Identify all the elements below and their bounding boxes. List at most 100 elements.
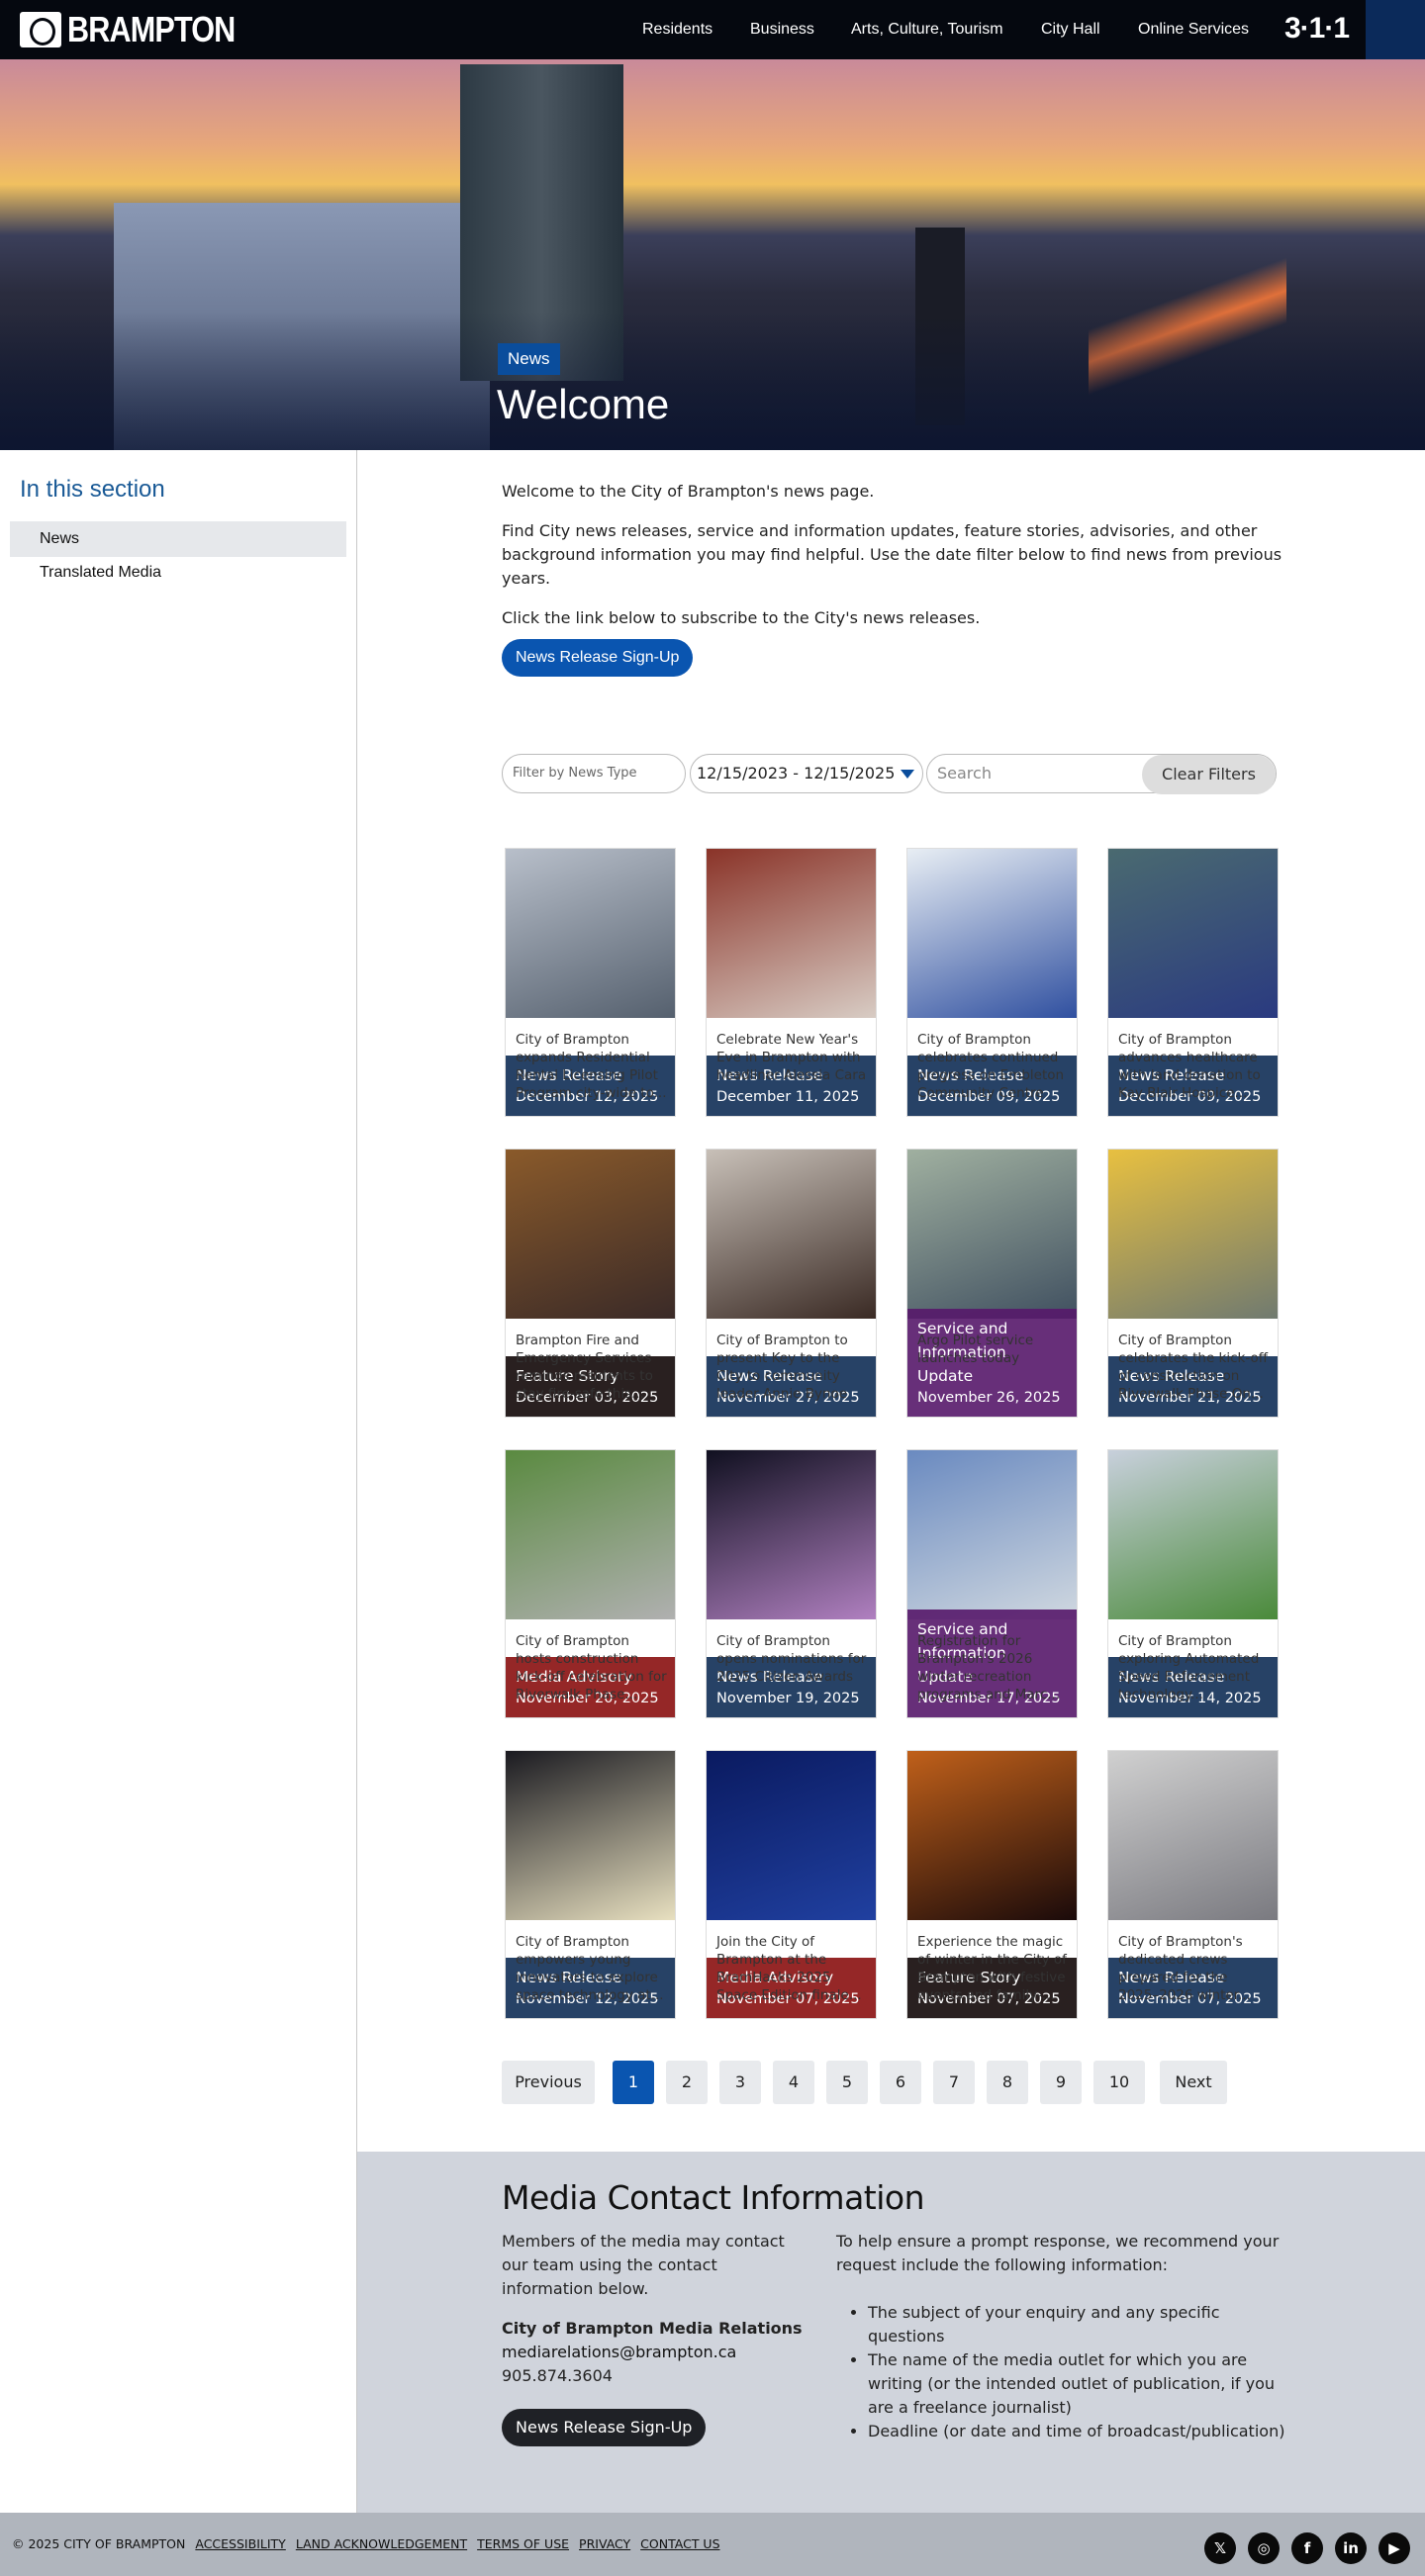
footer-link-accessibility[interactable]: ACCESSIBILITY bbox=[195, 2536, 285, 2551]
news-card-date: November 26, 2025 bbox=[917, 1390, 1061, 1406]
news-card-title[interactable]: City of Brampton opens nominations for 2… bbox=[716, 1632, 870, 1686]
pagination-page-2[interactable]: 2 bbox=[666, 2061, 708, 2104]
nav-online-services[interactable]: Online Services bbox=[1138, 0, 1249, 59]
nav-city-hall[interactable]: City Hall bbox=[1041, 0, 1100, 59]
date-range-filter[interactable]: 12/15/2023 - 12/15/2025 bbox=[690, 754, 923, 793]
sidebar-item-news[interactable]: News bbox=[10, 521, 346, 557]
pagination-page-7[interactable]: 7 bbox=[933, 2061, 975, 2104]
pagination-page-10[interactable]: 10 bbox=[1093, 2061, 1145, 2104]
news-card[interactable]: News Release November 27, 2025 City of Bra… bbox=[706, 1149, 877, 1418]
news-card[interactable]: Media Advisory November 20, 2025 City of B… bbox=[505, 1449, 676, 1718]
news-card[interactable]: News Release November 12, 2025 City of Bra… bbox=[505, 1750, 676, 2019]
news-card[interactable]: News Release December 11, 2025 Celebrate N… bbox=[706, 848, 877, 1117]
311-logo[interactable]: 3·1·1 bbox=[1284, 12, 1350, 46]
nav-arts-culture-tourism[interactable]: Arts, Culture, Tourism bbox=[851, 0, 1003, 59]
page-title: Welcome bbox=[497, 381, 670, 427]
intro-text: Welcome to the City of Brampton's news p… bbox=[502, 480, 1293, 646]
hero-banner bbox=[0, 59, 1425, 450]
sidebar-heading: In this section bbox=[20, 476, 165, 503]
news-card[interactable]: News Release December 12, 2025 City of Bra… bbox=[505, 848, 676, 1117]
news-card[interactable]: News Release December 09, 2025 City of Bra… bbox=[1107, 848, 1279, 1117]
pagination-page-9[interactable]: 9 bbox=[1040, 2061, 1082, 2104]
news-card[interactable]: Media Advisory November 07, 2025 Join the … bbox=[706, 1750, 877, 2019]
media-contact-intro: Members of the media may contact our tea… bbox=[502, 2232, 785, 2298]
pagination-page-8[interactable]: 8 bbox=[987, 2061, 1028, 2104]
news-card-title[interactable]: City of Brampton celebrates continued pr… bbox=[917, 1031, 1071, 1102]
news-card[interactable]: Service and Information Update November 1… bbox=[906, 1449, 1078, 1718]
news-card-image bbox=[506, 1450, 675, 1619]
news-card[interactable]: Feature Story November 07, 2025 Experience… bbox=[906, 1750, 1078, 2019]
list-item: Deadline (or date and time of broadcast/… bbox=[868, 2420, 1301, 2443]
news-card-image bbox=[506, 1751, 675, 1920]
pagination-previous[interactable]: Previous bbox=[502, 2061, 595, 2104]
media-request-list: The subject of your enquiry and any spec… bbox=[836, 2301, 1301, 2443]
news-card-title[interactable]: City of Brampton expands Residential Ren… bbox=[516, 1031, 669, 1102]
pagination-page-5[interactable]: 5 bbox=[826, 2061, 868, 2104]
news-card[interactable]: News Release December 09, 2025 City of Bra… bbox=[906, 848, 1078, 1117]
news-card-date: December 11, 2025 bbox=[716, 1089, 860, 1105]
news-release-signup-button[interactable]: News Release Sign-Up bbox=[502, 639, 694, 677]
pagination-page-3[interactable]: 3 bbox=[719, 2061, 761, 2104]
nav-business[interactable]: Business bbox=[750, 0, 814, 59]
site-footer: © 2025 CITY OF BRAMPTON ACCESSIBILITY LA… bbox=[0, 2513, 1425, 2576]
news-card[interactable]: Service and Information Update November 2… bbox=[906, 1149, 1078, 1418]
news-card-title[interactable]: Celebrate New Year's Eve in Brampton wit… bbox=[716, 1031, 870, 1084]
sidebar-item-translated-media[interactable]: Translated Media bbox=[10, 555, 346, 591]
news-card-title[interactable]: Argo Pilot service launches today bbox=[917, 1332, 1071, 1367]
media-request-intro: To help ensure a prompt response, we rec… bbox=[836, 2232, 1280, 2274]
news-card[interactable]: News Release November 14, 2025 City of Bra… bbox=[1107, 1449, 1279, 1718]
date-range-value: 12/15/2023 - 12/15/2025 bbox=[697, 764, 896, 782]
footer-link-land-acknowledgement[interactable]: LAND ACKNOWLEDGEMENT bbox=[296, 2536, 467, 2551]
news-card-title[interactable]: City of Brampton exploring Automated Spe… bbox=[1118, 1632, 1272, 1703]
nav-residents[interactable]: Residents bbox=[642, 0, 712, 59]
search-input[interactable]: Search Clear Filters bbox=[926, 754, 1277, 794]
search-placeholder: Search bbox=[937, 764, 992, 782]
x-icon[interactable]: 𝕏 bbox=[1204, 2532, 1236, 2564]
news-card[interactable]: News Release November 07, 2025 City of Bra… bbox=[1107, 1750, 1279, 2019]
media-contact-heading: Media Contact Information bbox=[502, 2178, 925, 2217]
news-card-image bbox=[506, 849, 675, 1018]
pagination-page-1[interactable]: 1 bbox=[613, 2061, 654, 2104]
media-phone: 905.874.3604 bbox=[502, 2366, 613, 2385]
news-card-image bbox=[707, 849, 876, 1018]
news-card-title[interactable]: Brampton Fire and Emergency Services rem… bbox=[516, 1332, 669, 1403]
intro-subscribe: Click the link below to subscribe to the… bbox=[502, 608, 981, 627]
intro-description: Find City news releases, service and inf… bbox=[502, 521, 1282, 588]
news-card[interactable]: Feature Story December 03, 2025 Brampton F… bbox=[505, 1149, 676, 1418]
facebook-icon[interactable]: f bbox=[1291, 2532, 1323, 2564]
news-card-title[interactable]: Registration for Brampton's 2026 winter … bbox=[917, 1632, 1071, 1703]
pagination-page-6[interactable]: 6 bbox=[880, 2061, 921, 2104]
media-contact-left: Members of the media may contact our tea… bbox=[502, 2230, 808, 2388]
news-card-title[interactable]: Join the City of Brampton at the BramHac… bbox=[716, 1933, 870, 2004]
news-type-filter[interactable]: Filter by News Type bbox=[502, 754, 686, 793]
news-card-title[interactable]: City of Brampton hosts construction kick… bbox=[516, 1632, 669, 1703]
news-card-image bbox=[907, 1751, 1077, 1920]
news-card-title[interactable]: City of Brampton advances healthcare wit… bbox=[1118, 1031, 1272, 1102]
youtube-icon[interactable]: ▶ bbox=[1378, 2532, 1410, 2564]
news-card[interactable]: News Release November 19, 2025 City of Bra… bbox=[706, 1449, 877, 1718]
sidebar: In this section News Translated Media bbox=[0, 450, 357, 2513]
footer-link-privacy[interactable]: PRIVACY bbox=[579, 2536, 630, 2551]
news-release-signup-button-footer[interactable]: News Release Sign-Up bbox=[502, 2409, 707, 2446]
news-card-image bbox=[707, 1751, 876, 1920]
clear-filters-button[interactable]: Clear Filters bbox=[1142, 755, 1276, 794]
media-email-link[interactable]: mediarelations@brampton.ca bbox=[502, 2343, 736, 2361]
pagination-next[interactable]: Next bbox=[1160, 2061, 1227, 2104]
brampton-logo[interactable]: BRAMPTON bbox=[20, 9, 264, 49]
pagination-page-4[interactable]: 4 bbox=[773, 2061, 814, 2104]
news-card-title[interactable]: City of Brampton empowers young innovato… bbox=[516, 1933, 669, 2004]
rose-logo-icon bbox=[20, 12, 61, 47]
site-header: BRAMPTON Residents Business Arts, Cultur… bbox=[0, 0, 1425, 59]
news-card-title[interactable]: City of Brampton to present Key to the C… bbox=[716, 1332, 870, 1403]
news-card-title[interactable]: City of Brampton's dedicated crews prepa… bbox=[1118, 1933, 1272, 2004]
news-card[interactable]: News Release November 21, 2025 City of Bra… bbox=[1107, 1149, 1279, 1418]
linkedin-icon[interactable]: in bbox=[1335, 2532, 1367, 2564]
media-contact-section: Media Contact Information Members of the… bbox=[357, 2152, 1425, 2513]
news-card-title[interactable]: City of Brampton celebrates the kick-off… bbox=[1118, 1332, 1272, 1403]
footer-link-contact-us[interactable]: CONTACT US bbox=[640, 2536, 719, 2551]
footer-link-terms-of-use[interactable]: TERMS OF USE bbox=[477, 2536, 569, 2551]
news-card-title[interactable]: Experience the magic of winter in the Ci… bbox=[917, 1933, 1071, 2004]
news-card-image bbox=[1108, 1150, 1278, 1319]
media-relations-name: City of Brampton Media Relations bbox=[502, 2319, 803, 2338]
instagram-icon[interactable]: ◎ bbox=[1248, 2532, 1280, 2564]
